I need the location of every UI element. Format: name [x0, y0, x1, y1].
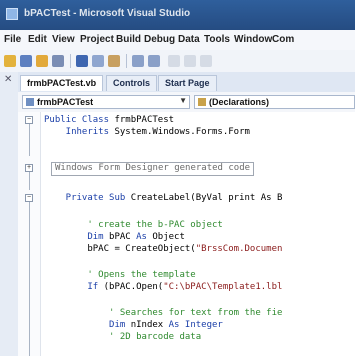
menu-file[interactable]: File [4, 34, 21, 45]
left-panel-strip: ✕ [0, 72, 19, 356]
undo-icon[interactable] [132, 55, 144, 67]
close-icon[interactable]: ✕ [4, 74, 12, 85]
code-navigation-bar: frmbPACTest ▼ (Declarations) [18, 92, 355, 113]
toolbar-separator [70, 54, 71, 68]
collapsed-region[interactable]: Windows Form Designer generated code [51, 162, 255, 176]
code-gutter: − + − [18, 112, 41, 356]
menu-tools[interactable]: Tools [204, 34, 230, 45]
navigate-icon[interactable] [200, 55, 212, 67]
code-comment: ' Searches for text from the fie [44, 308, 283, 318]
document-tabs: frmbPACTest.vb Controls Start Page [18, 72, 355, 92]
menu-debug[interactable]: Debug [144, 34, 175, 45]
save-all-icon[interactable] [52, 55, 64, 67]
code-line: Dim nIndex As Integer [44, 320, 223, 330]
title-bar: bPACTest - Microsoft Visual Studio [0, 0, 355, 30]
outline-line [29, 124, 30, 156]
chevron-down-icon[interactable]: ▼ [179, 96, 187, 105]
menu-edit[interactable]: Edit [28, 34, 47, 45]
window-title: bPACTest - Microsoft Visual Studio [24, 8, 191, 19]
code-line: bPAC = CreateObject("BrssCom.Documen [44, 244, 283, 254]
collapse-icon[interactable]: − [25, 194, 33, 202]
declarations-icon [198, 98, 206, 106]
tab-controls[interactable]: Controls [106, 75, 157, 91]
code-editor[interactable]: − + − Public Class frmbPACTest Inherits … [18, 112, 355, 356]
save-icon[interactable] [36, 55, 48, 67]
code-line: Public Class frmbPACTest [44, 115, 175, 125]
new-project-icon[interactable] [4, 55, 16, 67]
code-line: Dim bPAC As Object [44, 232, 185, 242]
outline-line [29, 172, 30, 190]
code-line: If (bPAC.Open("C:\bPAC\Template1.lbl [44, 282, 283, 292]
redo-icon[interactable] [184, 55, 196, 67]
open-icon[interactable] [20, 55, 32, 67]
code-comment: ' create the b-PAC object [44, 220, 223, 230]
menu-view[interactable]: View [52, 34, 75, 45]
menu-build[interactable]: Build [116, 34, 141, 45]
method-name-combo[interactable]: (Declarations) [194, 95, 355, 109]
collapse-icon[interactable]: − [25, 116, 33, 124]
class-name-combo[interactable]: frmbPACTest ▼ [22, 95, 190, 109]
menu-community[interactable]: Com [272, 34, 294, 45]
cut-icon[interactable] [76, 55, 88, 67]
menu-project[interactable]: Project [80, 34, 114, 45]
undo-icon[interactable] [168, 55, 180, 67]
redo-icon[interactable] [148, 55, 160, 67]
tab-frmbpactest-vb[interactable]: frmbPACTest.vb [20, 75, 104, 91]
tab-start-page[interactable]: Start Page [158, 75, 217, 91]
toolbar-separator [126, 54, 127, 68]
paste-icon[interactable] [108, 55, 120, 67]
code-line: Inherits System.Windows.Forms.Form [44, 127, 250, 137]
class-icon [26, 98, 34, 106]
outline-line [29, 202, 30, 356]
copy-icon[interactable] [92, 55, 104, 67]
menu-window[interactable]: Window [234, 34, 272, 45]
code-comment: ' 2D barcode data [44, 332, 202, 342]
code-comment: ' Opens the template [44, 270, 196, 280]
menu-data[interactable]: Data [178, 34, 200, 45]
menu-bar: File Edit View Project Build Debug Data … [0, 30, 355, 50]
standard-toolbar [0, 50, 355, 73]
expand-icon[interactable]: + [25, 164, 33, 172]
code-line: Private Sub CreateLabel(ByVal print As B [44, 193, 283, 203]
visual-studio-icon [6, 8, 18, 20]
